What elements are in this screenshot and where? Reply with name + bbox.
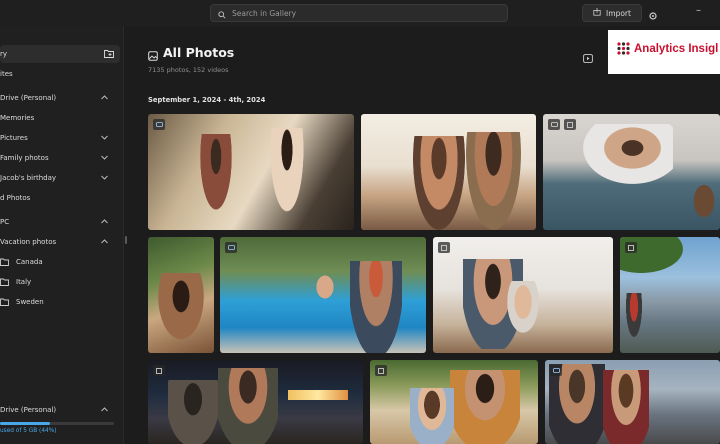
sidebar: ry ites Drive (Personal) Memories Pictur…: [0, 26, 124, 444]
photo-tile[interactable]: [148, 237, 214, 353]
photo-tile[interactable]: [148, 360, 363, 444]
sidebar-item-memories[interactable]: Memories: [0, 109, 120, 127]
photos-icon: [148, 46, 158, 65]
image-badge-icon: [564, 119, 576, 130]
photo-subject: [350, 261, 402, 353]
photo-tile[interactable]: [545, 360, 720, 444]
sidebar-item-label: Vacation photos: [0, 238, 57, 246]
sidebar-item-label: Canada: [16, 258, 43, 266]
photo-subject: [503, 281, 543, 341]
sidebar-item-vacation-photos[interactable]: Vacation photos: [0, 233, 120, 251]
sidebar-item-label: Sweden: [16, 298, 44, 306]
photo-subject: [688, 176, 720, 226]
folder-icon: [0, 298, 9, 308]
photo-tile[interactable]: [543, 114, 720, 230]
sidebar-item-sweden[interactable]: Sweden: [0, 293, 120, 311]
photo-tile[interactable]: [220, 237, 426, 353]
photo-tile[interactable]: [620, 237, 720, 353]
sidebar-item-canada[interactable]: Canada: [0, 253, 120, 271]
brand-name: Analytics Insigl: [634, 43, 719, 55]
import-icon: [593, 8, 601, 18]
chevron-down-icon[interactable]: [101, 134, 108, 142]
storage-bar-fill: [0, 422, 51, 425]
video-badge-icon: [548, 119, 560, 130]
photo-count: 7135 photos, 152 videos: [148, 66, 229, 74]
sidebar-item-family-photos[interactable]: Family photos: [0, 149, 120, 167]
chevron-down-icon[interactable]: [101, 174, 108, 182]
folder-icon: [0, 258, 9, 268]
storage-text[interactable]: used of 5 GB (44%): [0, 428, 56, 434]
photo-subject: [152, 273, 210, 351]
chevron-up-icon[interactable]: [101, 238, 108, 246]
photo-subject: [310, 267, 340, 307]
search-box[interactable]: [210, 4, 508, 22]
image-badge-icon: [375, 365, 387, 376]
chevron-up-icon[interactable]: [101, 406, 108, 414]
sidebar-item-jacobs-birthday[interactable]: Jacob's birthday: [0, 169, 120, 187]
search-icon: [218, 4, 226, 23]
chevron-down-icon[interactable]: [101, 154, 108, 162]
sidebar-resize-handle[interactable]: [125, 236, 127, 244]
storage-account[interactable]: Drive (Personal): [0, 401, 120, 419]
sidebar-item-label: Family photos: [0, 154, 49, 162]
search-input[interactable]: [232, 8, 492, 18]
slideshow-icon[interactable]: [583, 48, 593, 67]
sidebar-item-label: Italy: [16, 278, 32, 286]
chevron-up-icon[interactable]: [101, 218, 108, 226]
sidebar-item-gallery[interactable]: ry: [0, 45, 120, 63]
sidebar-item-favorites[interactable]: ites: [0, 65, 120, 83]
sidebar-item-label: ites: [0, 70, 13, 78]
page-title: All Photos: [163, 45, 235, 60]
image-badge-icon: [625, 242, 637, 253]
sidebar-item-label: Pictures: [0, 134, 28, 142]
photo-tile[interactable]: [433, 237, 613, 353]
sidebar-item-label: ry: [0, 50, 8, 58]
photo-tile[interactable]: [370, 360, 538, 444]
image-badge-icon: [438, 242, 450, 253]
photo-subject: [218, 368, 278, 444]
chevron-up-icon[interactable]: [101, 94, 108, 102]
storage-bar: [0, 422, 114, 425]
photo-subject: [410, 388, 454, 444]
video-badge-icon: [153, 119, 165, 130]
photo-subject: [603, 370, 649, 444]
sidebar-item-label: d Photos: [0, 194, 31, 202]
import-button[interactable]: Import: [582, 4, 642, 22]
photo-subject: [168, 380, 218, 444]
sidebar-item-shared-photos[interactable]: d Photos: [0, 189, 120, 207]
photo-subject: [288, 390, 348, 400]
photo-subject: [466, 132, 521, 230]
minimize-icon[interactable]: –: [696, 5, 701, 16]
sidebar-item-italy[interactable]: Italy: [0, 273, 120, 291]
video-badge-icon: [550, 365, 562, 376]
sidebar-item-label: Memories: [0, 114, 35, 122]
add-folder-icon[interactable]: [104, 49, 114, 60]
photo-subject: [626, 293, 642, 337]
video-badge-icon: [225, 242, 237, 253]
photo-tile[interactable]: [361, 114, 536, 230]
image-badge-icon: [153, 365, 165, 376]
photo-subject: [549, 364, 605, 444]
gear-icon[interactable]: [648, 6, 658, 25]
sidebar-item-pc[interactable]: PC: [0, 213, 120, 231]
photo-subject: [413, 136, 465, 230]
brand-watermark: Analytics Insigl: [608, 30, 720, 74]
photo-subject: [266, 128, 308, 228]
photo-subject: [450, 370, 520, 444]
sidebar-item-label: PC: [0, 218, 10, 226]
sidebar-item-onedrive[interactable]: Drive (Personal): [0, 89, 120, 107]
date-group-header: September 1, 2024 - 4th, 2024: [148, 96, 266, 104]
sidebar-item-label: Jacob's birthday: [0, 174, 57, 182]
folder-icon: [0, 278, 9, 288]
import-label: Import: [606, 8, 631, 18]
photo-tile[interactable]: [148, 114, 354, 230]
sidebar-item-label: Drive (Personal): [0, 94, 57, 102]
storage-label: Drive (Personal): [0, 406, 57, 414]
sidebar-item-pictures[interactable]: Pictures: [0, 129, 120, 147]
photo-subject: [583, 124, 673, 184]
photo-subject: [196, 134, 236, 224]
brand-logo-icon: [616, 41, 631, 60]
